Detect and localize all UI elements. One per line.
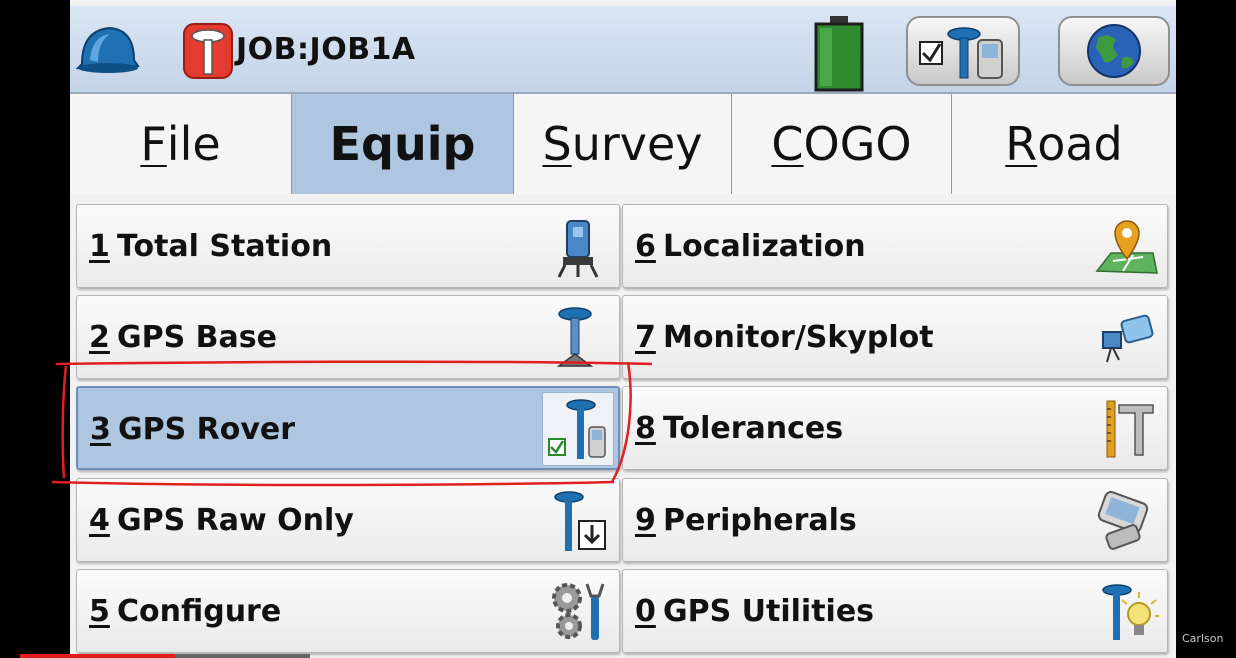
tab-equip[interactable]: Equip [292, 94, 514, 194]
menu-item-number: 9 [635, 503, 656, 538]
job-title: JOB:JOB1A [236, 32, 416, 67]
menu-item-monitor-skyplot[interactable]: 7 Monitor/Skyplot [622, 295, 1168, 379]
menu-item-label: GPS Raw Only [117, 503, 354, 538]
handheld-icon [1097, 491, 1149, 550]
battery-icon [814, 16, 864, 92]
tab-bar: File Equip Survey C OGO Road [70, 94, 1176, 194]
map-pin-icon [1095, 220, 1158, 274]
menu-item-number: 2 [89, 320, 110, 355]
menu-item-label: Monitor/Skyplot [663, 320, 934, 355]
gps-rover-status-icon [919, 27, 1003, 79]
globe-icon [1087, 24, 1141, 78]
tab-file[interactable]: File [70, 94, 292, 194]
tab-cogo[interactable]: C OGO [732, 94, 952, 194]
satellite-icon [1102, 314, 1154, 363]
menu-item-gps-rover[interactable]: 3 GPS Rover [76, 386, 620, 470]
gears-icon [552, 583, 605, 640]
gps-rover-status-button[interactable] [906, 16, 1020, 86]
menu-item-number: 5 [89, 594, 110, 629]
total-station-icon [557, 220, 599, 278]
menu-item-gps-base[interactable]: 2 GPS Base [76, 295, 620, 379]
menu-item-label: GPS Utilities [663, 594, 875, 629]
menu-item-number: 1 [89, 229, 110, 264]
hardhat-icon[interactable] [76, 20, 140, 78]
menu-item-label: GPS Base [117, 320, 277, 355]
menu-item-label: Total Station [117, 229, 333, 264]
video-progress-track[interactable] [175, 654, 310, 658]
tab-survey[interactable]: Survey [514, 94, 732, 194]
menu-item-number: 7 [635, 320, 656, 355]
caliper-icon [1106, 400, 1154, 458]
tab-road[interactable]: Road [952, 94, 1176, 194]
menu-item-localization[interactable]: 6 Localization [622, 204, 1168, 288]
menu-item-number: 0 [635, 594, 656, 629]
menu-item-configure[interactable]: 5 Configure [76, 569, 620, 653]
job-icon[interactable] [182, 22, 234, 80]
carlson-watermark: Carlson [1182, 632, 1224, 645]
video-progress-bar[interactable] [20, 654, 175, 658]
menu-item-label: GPS Rover [118, 412, 296, 447]
menu-item-total-station[interactable]: 1 Total Station [76, 204, 620, 288]
menu-item-label: Peripherals [663, 503, 857, 538]
menu-item-number: 8 [635, 411, 656, 446]
menu-item-number: 6 [635, 229, 656, 264]
menu-item-gps-utilities[interactable]: 0 GPS Utilities [622, 569, 1168, 653]
menu-item-peripherals[interactable]: 9 Peripherals [622, 478, 1168, 562]
app-screen: JOB:JOB1A File Equip S urvey C OGO R oad… [70, 0, 1176, 658]
menu-item-label: Configure [117, 594, 282, 629]
menu-item-number: 4 [89, 503, 110, 538]
top-bar: JOB:JOB1A [70, 6, 1176, 94]
gps-rover-icon [542, 392, 614, 466]
menu-item-tolerances[interactable]: 8 Tolerances [622, 386, 1168, 470]
menu-item-label: Tolerances [663, 411, 844, 446]
gps-utilities-icon [1102, 584, 1159, 640]
globe-button[interactable] [1058, 16, 1170, 86]
gps-raw-icon [554, 491, 606, 551]
menu-item-gps-raw-only[interactable]: 4 GPS Raw Only [76, 478, 620, 562]
gps-base-icon [556, 307, 594, 367]
menu-item-label: Localization [663, 229, 866, 264]
menu-item-number: 3 [90, 412, 111, 447]
